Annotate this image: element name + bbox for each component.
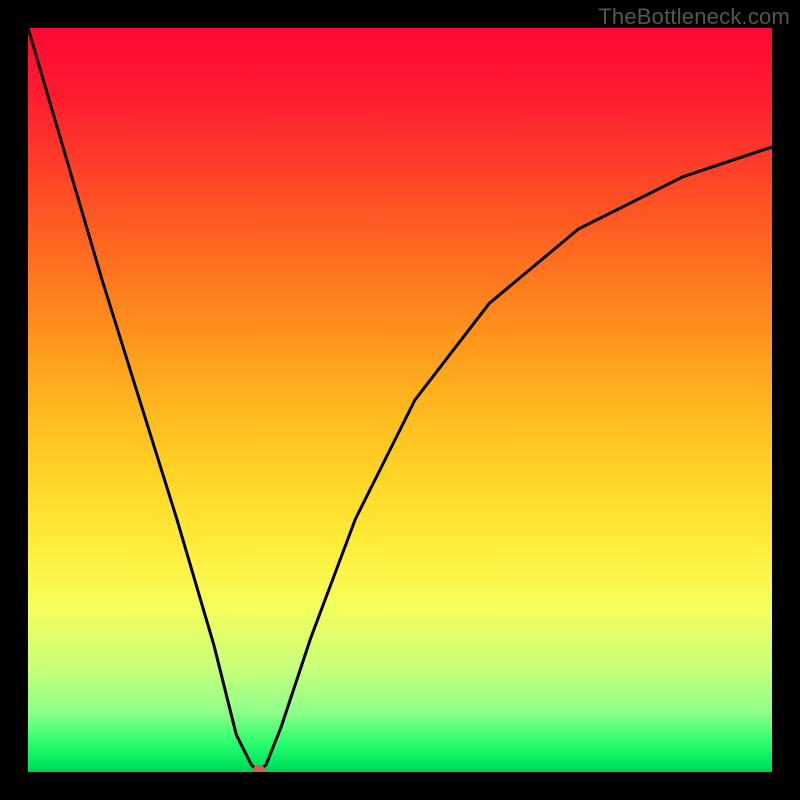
- curve-path: [28, 28, 772, 772]
- marker-dot: [252, 765, 266, 772]
- watermark-text: TheBottleneck.com: [598, 4, 790, 30]
- chart-frame: TheBottleneck.com: [0, 0, 800, 800]
- curve-svg: [28, 28, 772, 772]
- plot-area: [28, 28, 772, 772]
